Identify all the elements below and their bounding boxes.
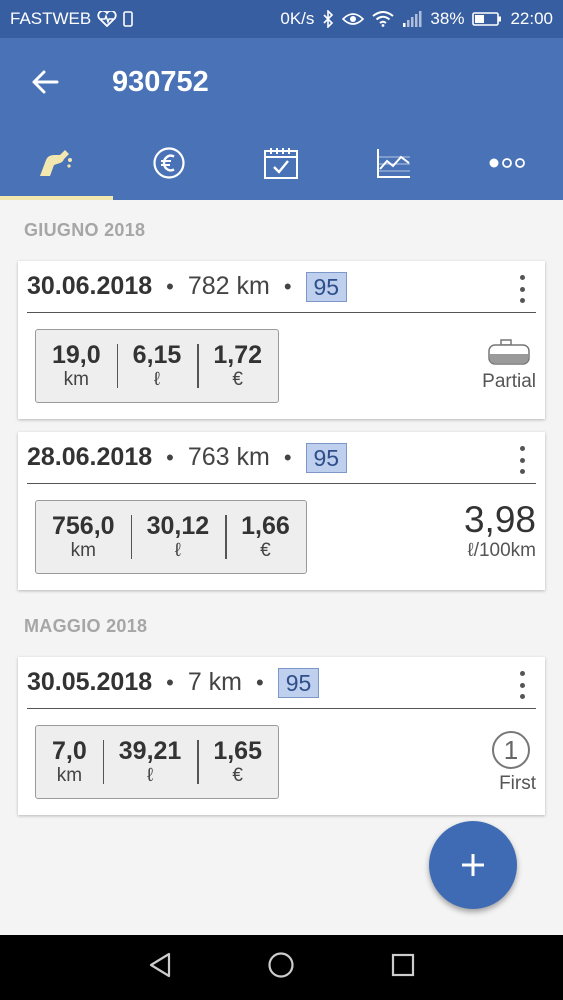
- fuel-type-badge: 95: [305, 442, 348, 473]
- heart-monitor-icon: [97, 11, 117, 27]
- clock: 22:00: [510, 9, 553, 28]
- odometer: 7 km: [187, 668, 243, 696]
- add-refuel-button[interactable]: [429, 821, 517, 909]
- tab-bar: [0, 126, 563, 200]
- system-nav-bar: [0, 935, 563, 1000]
- stat-price: 1,65 €: [197, 726, 278, 798]
- carrier-name: FASTWEB: [10, 9, 92, 28]
- refuel-card[interactable]: 30.06.2018 • 782 km • 95 19,0 km 6,15 ℓ …: [18, 261, 545, 419]
- stat-distance: 19,0 km: [52, 341, 101, 390]
- more-vert-icon: [519, 446, 525, 451]
- card-header: 30.06.2018 • 782 km • 95: [27, 261, 536, 313]
- consumption: 3,98 ℓ/100km: [464, 500, 536, 562]
- fuel-type-badge: 95: [305, 271, 348, 302]
- more-vert-icon: [519, 275, 525, 280]
- stat-distance: 756,0 km: [52, 512, 115, 561]
- refuel-stats: 19,0 km 6,15 ℓ 1,72 €: [35, 329, 280, 403]
- refuel-date: 30.05.2018: [27, 668, 153, 696]
- refuel-card[interactable]: 30.05.2018 • 7 km • 95 7,0 km 39,21 ℓ 1,…: [18, 657, 545, 815]
- chart-icon: [377, 149, 411, 178]
- app-bar: 930752: [0, 38, 563, 126]
- stat-liters: 39,21 ℓ: [102, 726, 198, 798]
- status-bar: FASTWEB 0K/s 38% 22:00: [0, 0, 563, 38]
- phone-icon: [123, 11, 134, 27]
- tab-more[interactable]: [450, 126, 563, 200]
- first-refuel-icon: 1: [492, 731, 530, 769]
- page-title: 930752: [112, 65, 209, 98]
- tab-reminders[interactable]: [225, 126, 338, 200]
- euro-icon: [153, 147, 185, 179]
- nav-back-button[interactable]: [148, 952, 172, 983]
- stat-price: 1,72 €: [197, 330, 278, 402]
- tab-refuels[interactable]: [0, 126, 113, 200]
- more-icon: [489, 158, 525, 168]
- consumption-unit: ℓ/100km: [467, 540, 536, 561]
- refuel-date: 28.06.2018: [27, 443, 153, 471]
- square-recents-icon: [392, 953, 415, 977]
- wifi-icon: [372, 11, 395, 27]
- fuel-pump-icon: [40, 150, 73, 176]
- refuel-date: 30.06.2018: [27, 272, 153, 300]
- fuel-type-badge: 95: [277, 667, 320, 698]
- battery-level: 38%: [430, 9, 465, 28]
- back-button[interactable]: [0, 38, 90, 126]
- partial-tank-icon: [488, 339, 530, 365]
- battery-icon: [472, 11, 502, 27]
- stat-liters: 30,12 ℓ: [130, 501, 226, 573]
- card-header: 30.05.2018 • 7 km • 95: [27, 657, 536, 709]
- section-header-may: MAGGIO 2018: [24, 616, 148, 636]
- plus-icon: [462, 854, 484, 876]
- nav-recents-button[interactable]: [391, 953, 415, 982]
- stat-liters: 6,15 ℓ: [116, 330, 198, 402]
- refuel-stats: 7,0 km 39,21 ℓ 1,65 €: [35, 725, 279, 799]
- status-label: First: [499, 773, 536, 794]
- eye-icon: [342, 12, 365, 26]
- card-header: 28.06.2018 • 763 km • 95: [27, 432, 536, 484]
- calendar-icon: [264, 148, 299, 179]
- odometer: 782 km: [187, 272, 270, 300]
- card-menu-button[interactable]: [515, 275, 529, 303]
- status-label: Partial: [482, 371, 536, 392]
- card-menu-button[interactable]: [515, 671, 529, 699]
- refuel-card[interactable]: 28.06.2018 • 763 km • 95 756,0 km 30,12 …: [18, 432, 545, 590]
- more-vert-icon: [519, 671, 525, 676]
- refuel-status: 1 First: [492, 731, 536, 795]
- consumption-value: 3,98: [463, 499, 536, 540]
- section-header-june: GIUGNO 2018: [24, 220, 146, 240]
- triangle-back-icon: [149, 952, 170, 978]
- tab-costs[interactable]: [113, 126, 226, 200]
- stat-price: 1,66 €: [225, 501, 306, 573]
- odometer: 763 km: [187, 443, 270, 471]
- circle-home-icon: [268, 952, 295, 978]
- refuel-stats: 756,0 km 30,12 ℓ 1,66 €: [35, 500, 307, 574]
- network-speed: 0K/s: [280, 9, 315, 28]
- refuel-status: Partial: [482, 339, 536, 393]
- bluetooth-icon: [322, 10, 334, 28]
- arrow-back-icon: [32, 70, 59, 94]
- card-menu-button[interactable]: [515, 446, 529, 474]
- signal-icon: [402, 11, 422, 27]
- tab-statistics[interactable]: [338, 126, 451, 200]
- stat-distance: 7,0 km: [52, 737, 87, 786]
- nav-home-button[interactable]: [267, 951, 295, 984]
